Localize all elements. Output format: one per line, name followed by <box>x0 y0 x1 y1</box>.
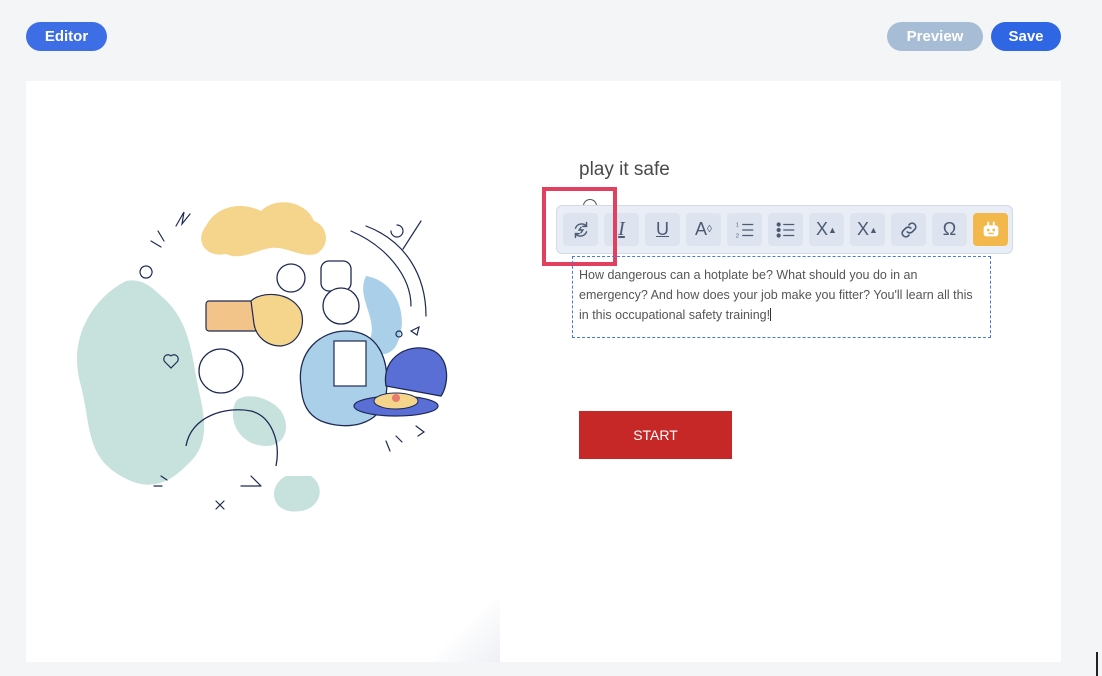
svg-text:1: 1 <box>735 222 738 228</box>
fade-overlay <box>436 601 500 662</box>
text-format-toolbar: I U A ◊ 1 2 X ▲ X ▲ Ω <box>556 205 1013 254</box>
robot-icon[interactable] <box>973 213 1008 246</box>
safety-illustration <box>77 202 448 512</box>
preview-button[interactable]: Preview <box>887 22 983 51</box>
resize-handle[interactable] <box>1096 652 1098 676</box>
ordered-list-icon[interactable]: 1 2 <box>727 213 762 246</box>
link-icon[interactable] <box>891 213 926 246</box>
subscript-glyph: X <box>857 219 870 239</box>
text-caret <box>770 308 772 321</box>
font-size-glyph: A <box>695 219 708 239</box>
superscript-glyph: X <box>816 219 829 239</box>
subscript-icon[interactable]: X ▲ <box>850 213 885 246</box>
omega-glyph: Ω <box>942 219 957 239</box>
slide-title[interactable]: play it safe <box>579 159 670 181</box>
unordered-list-icon[interactable] <box>768 213 803 246</box>
start-button[interactable]: START <box>579 411 732 459</box>
highlight-box <box>542 187 617 266</box>
underline-icon[interactable]: U <box>645 213 680 246</box>
body-text: How dangerous can a hotplate be? What sh… <box>579 268 973 322</box>
save-button[interactable]: Save <box>991 22 1061 51</box>
svg-text:2: 2 <box>735 233 738 239</box>
omega-icon[interactable]: Ω <box>932 213 967 246</box>
italic-glyph: I <box>618 218 625 240</box>
superscript-icon[interactable]: X ▲ <box>809 213 844 246</box>
underline-glyph: U <box>656 219 669 239</box>
font-size-icon[interactable]: A ◊ <box>686 213 721 246</box>
editor-button[interactable]: Editor <box>26 22 107 51</box>
body-text-editor[interactable]: How dangerous can a hotplate be? What sh… <box>572 256 991 338</box>
slide-canvas: play it safe I U A ◊ 1 2 X ▲ X ▲ Ω How d… <box>26 81 1061 662</box>
